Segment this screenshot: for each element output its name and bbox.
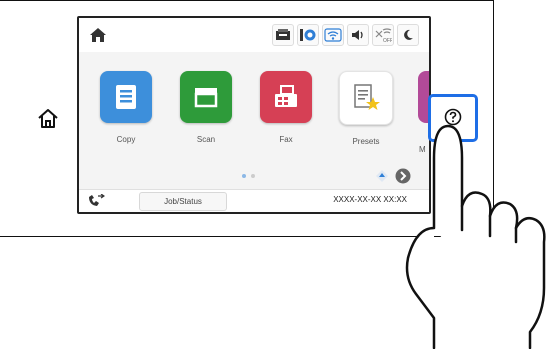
job-status-button[interactable]: Job/Status — [139, 192, 227, 211]
date-time: XXXX-XX-XX XX:XX — [333, 195, 407, 204]
scan-icon — [180, 71, 232, 123]
home-outline-icon[interactable] — [36, 107, 60, 131]
wifi-icon[interactable] — [322, 24, 344, 46]
io-wifi-direct-icon[interactable] — [297, 24, 319, 46]
status-icons: OFF — [272, 24, 419, 46]
tile-copy[interactable]: Copy — [99, 71, 153, 146]
tile-fax[interactable]: Fax — [259, 71, 313, 146]
fax-icon — [260, 71, 312, 123]
status-bar: OFF — [79, 18, 429, 52]
fax-log-icon[interactable] — [87, 193, 106, 208]
tile-fax-label: Fax — [279, 135, 293, 144]
network-off-icon[interactable]: OFF — [372, 24, 394, 46]
tile-scan[interactable]: Scan — [179, 71, 233, 146]
function-tiles: Copy Scan Fax Presets — [99, 71, 393, 146]
svg-text:OFF: OFF — [383, 38, 392, 43]
home-filled-icon[interactable] — [89, 27, 107, 43]
page-dot-active — [242, 174, 246, 178]
maintenance-icon[interactable] — [272, 24, 294, 46]
tile-presets-label: Presets — [352, 137, 380, 146]
scroll-diamond-icon[interactable] — [375, 169, 389, 183]
page-dot-inactive — [251, 174, 255, 178]
page-indicator — [242, 174, 255, 178]
tile-presets[interactable]: Presets — [339, 71, 393, 146]
tile-scan-label: Scan — [196, 135, 216, 144]
lcd-screen: OFF Copy Scan Fax Presets M Job/Status X… — [77, 16, 431, 214]
night-mode-icon[interactable] — [397, 24, 419, 46]
pointing-hand-icon — [405, 124, 546, 349]
volume-icon[interactable] — [347, 24, 369, 46]
bottom-bar: Job/Status XXXX-XX-XX XX:XX — [79, 189, 429, 212]
tile-copy-label: Copy — [116, 135, 136, 144]
copy-icon — [100, 71, 152, 123]
presets-star-icon — [339, 71, 393, 125]
